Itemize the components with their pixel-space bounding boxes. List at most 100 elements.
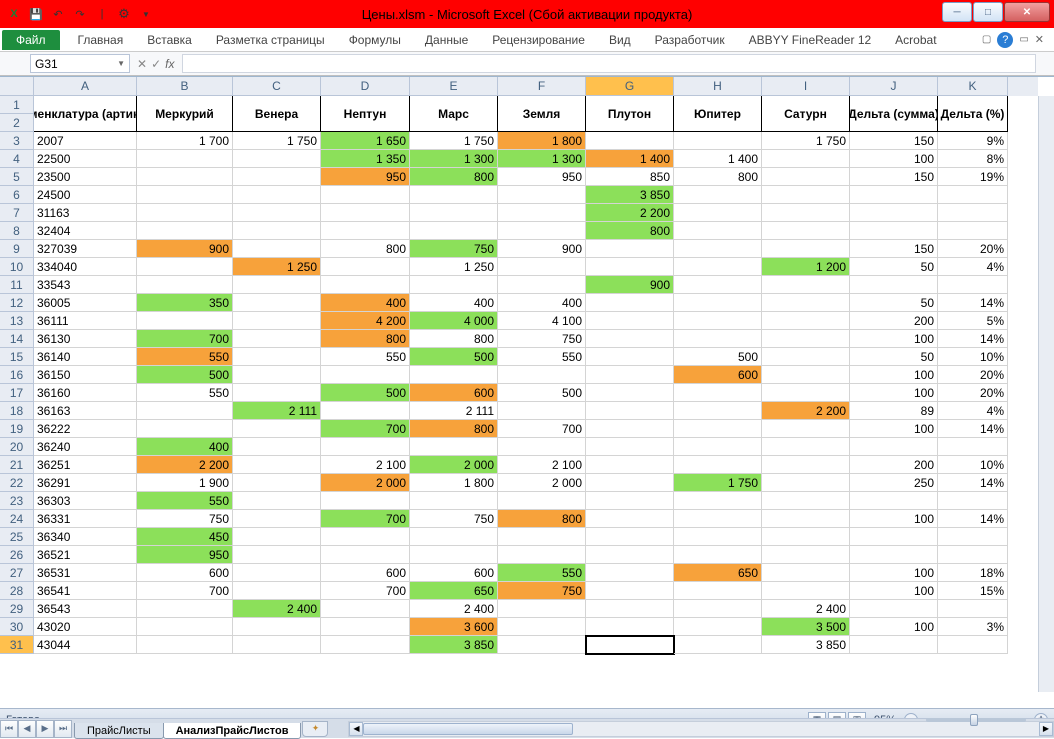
cell[interactable]: 3 850 bbox=[586, 186, 674, 204]
row-header[interactable]: 26 bbox=[0, 546, 34, 564]
header-cell[interactable]: Дельта (%) bbox=[938, 96, 1008, 132]
cell[interactable] bbox=[586, 636, 674, 654]
cell[interactable] bbox=[498, 186, 586, 204]
cell[interactable]: 20% bbox=[938, 366, 1008, 384]
cell[interactable]: 36291 bbox=[34, 474, 137, 492]
cell[interactable]: 100 bbox=[850, 420, 938, 438]
cell[interactable]: 1 250 bbox=[233, 258, 321, 276]
cell[interactable] bbox=[762, 186, 850, 204]
cell[interactable] bbox=[586, 438, 674, 456]
cell[interactable] bbox=[137, 258, 233, 276]
cell[interactable] bbox=[321, 546, 410, 564]
row-header[interactable]: 31 bbox=[0, 636, 34, 654]
cell[interactable] bbox=[762, 204, 850, 222]
cell[interactable] bbox=[233, 276, 321, 294]
cell[interactable]: 2 200 bbox=[762, 402, 850, 420]
cell[interactable] bbox=[137, 402, 233, 420]
cell[interactable]: 1 200 bbox=[762, 258, 850, 276]
cell[interactable]: 600 bbox=[410, 384, 498, 402]
cell[interactable]: 22500 bbox=[34, 150, 137, 168]
cell[interactable]: 750 bbox=[498, 582, 586, 600]
cell[interactable]: 1 750 bbox=[410, 132, 498, 150]
cell[interactable]: 150 bbox=[850, 132, 938, 150]
ribbon-tab[interactable]: Разработчик bbox=[645, 30, 735, 50]
cell[interactable]: 100 bbox=[850, 330, 938, 348]
cell[interactable]: 700 bbox=[137, 330, 233, 348]
cell[interactable] bbox=[321, 618, 410, 636]
cell[interactable] bbox=[321, 600, 410, 618]
ribbon-tab[interactable]: Формулы bbox=[339, 30, 411, 50]
cell[interactable]: 650 bbox=[410, 582, 498, 600]
save-icon[interactable]: 💾 bbox=[26, 4, 46, 24]
cell[interactable]: 10% bbox=[938, 348, 1008, 366]
header-cell[interactable]: Земля bbox=[498, 96, 586, 132]
cell[interactable] bbox=[233, 492, 321, 510]
cell[interactable] bbox=[586, 132, 674, 150]
cell[interactable] bbox=[586, 564, 674, 582]
cell[interactable] bbox=[674, 420, 762, 438]
cell[interactable]: 33543 bbox=[34, 276, 137, 294]
row-header[interactable]: 25 bbox=[0, 528, 34, 546]
header-cell[interactable]: Дельта (сумма) bbox=[850, 96, 938, 132]
cell[interactable]: 36251 bbox=[34, 456, 137, 474]
cell[interactable]: 4% bbox=[938, 258, 1008, 276]
cell[interactable] bbox=[233, 456, 321, 474]
cell[interactable]: 700 bbox=[321, 582, 410, 600]
cell[interactable] bbox=[137, 276, 233, 294]
cell[interactable] bbox=[233, 330, 321, 348]
cell[interactable]: 43044 bbox=[34, 636, 137, 654]
cell[interactable]: 600 bbox=[137, 564, 233, 582]
ribbon-tab[interactable]: Данные bbox=[415, 30, 478, 50]
cell[interactable]: 14% bbox=[938, 510, 1008, 528]
last-sheet-button[interactable]: ⏭ bbox=[54, 720, 72, 738]
ribbon-tab[interactable]: ABBYY FineReader 12 bbox=[739, 30, 882, 50]
cell[interactable] bbox=[674, 294, 762, 312]
file-tab[interactable]: Файл bbox=[2, 30, 60, 50]
cell[interactable]: 500 bbox=[674, 348, 762, 366]
cell[interactable]: 750 bbox=[498, 330, 586, 348]
header-cell[interactable]: Нептун bbox=[321, 96, 410, 132]
cell[interactable]: 36340 bbox=[34, 528, 137, 546]
cell[interactable]: 350 bbox=[137, 294, 233, 312]
cell[interactable]: 500 bbox=[321, 384, 410, 402]
cell[interactable] bbox=[674, 132, 762, 150]
cell[interactable]: 8% bbox=[938, 150, 1008, 168]
cell[interactable] bbox=[137, 600, 233, 618]
column-header[interactable]: F bbox=[498, 77, 586, 96]
cell[interactable]: 200 bbox=[850, 312, 938, 330]
cell[interactable]: 1 750 bbox=[233, 132, 321, 150]
cell[interactable]: 550 bbox=[137, 348, 233, 366]
cell[interactable]: 14% bbox=[938, 420, 1008, 438]
cell[interactable] bbox=[410, 276, 498, 294]
insert-sheet-button[interactable]: ✦ bbox=[302, 721, 328, 737]
row-header[interactable]: 30 bbox=[0, 618, 34, 636]
cell[interactable]: 800 bbox=[586, 222, 674, 240]
scroll-thumb[interactable] bbox=[363, 723, 573, 735]
cell[interactable]: 20% bbox=[938, 384, 1008, 402]
formula-input[interactable] bbox=[182, 54, 1036, 73]
cell[interactable] bbox=[850, 204, 938, 222]
cell[interactable] bbox=[762, 222, 850, 240]
cell[interactable]: 2 400 bbox=[410, 600, 498, 618]
cell[interactable] bbox=[674, 546, 762, 564]
row-header[interactable]: 28 bbox=[0, 582, 34, 600]
cell[interactable] bbox=[586, 294, 674, 312]
cell[interactable] bbox=[410, 546, 498, 564]
cell[interactable] bbox=[850, 636, 938, 654]
cell[interactable] bbox=[674, 402, 762, 420]
cell[interactable]: 600 bbox=[410, 564, 498, 582]
cell[interactable] bbox=[762, 294, 850, 312]
row-header[interactable]: 7 bbox=[0, 204, 34, 222]
cell[interactable] bbox=[762, 384, 850, 402]
macro-icon[interactable]: ⚙ bbox=[114, 4, 134, 24]
cell[interactable] bbox=[586, 330, 674, 348]
header-cell[interactable]: Номенклатура (артикул) bbox=[34, 96, 137, 132]
row-header[interactable]: 17 bbox=[0, 384, 34, 402]
cell[interactable] bbox=[233, 150, 321, 168]
ribbon-tab[interactable]: Acrobat bbox=[885, 30, 946, 50]
cell[interactable]: 2 000 bbox=[498, 474, 586, 492]
cell[interactable]: 400 bbox=[321, 294, 410, 312]
cell[interactable]: 18% bbox=[938, 564, 1008, 582]
cell[interactable] bbox=[137, 168, 233, 186]
cell[interactable] bbox=[762, 330, 850, 348]
